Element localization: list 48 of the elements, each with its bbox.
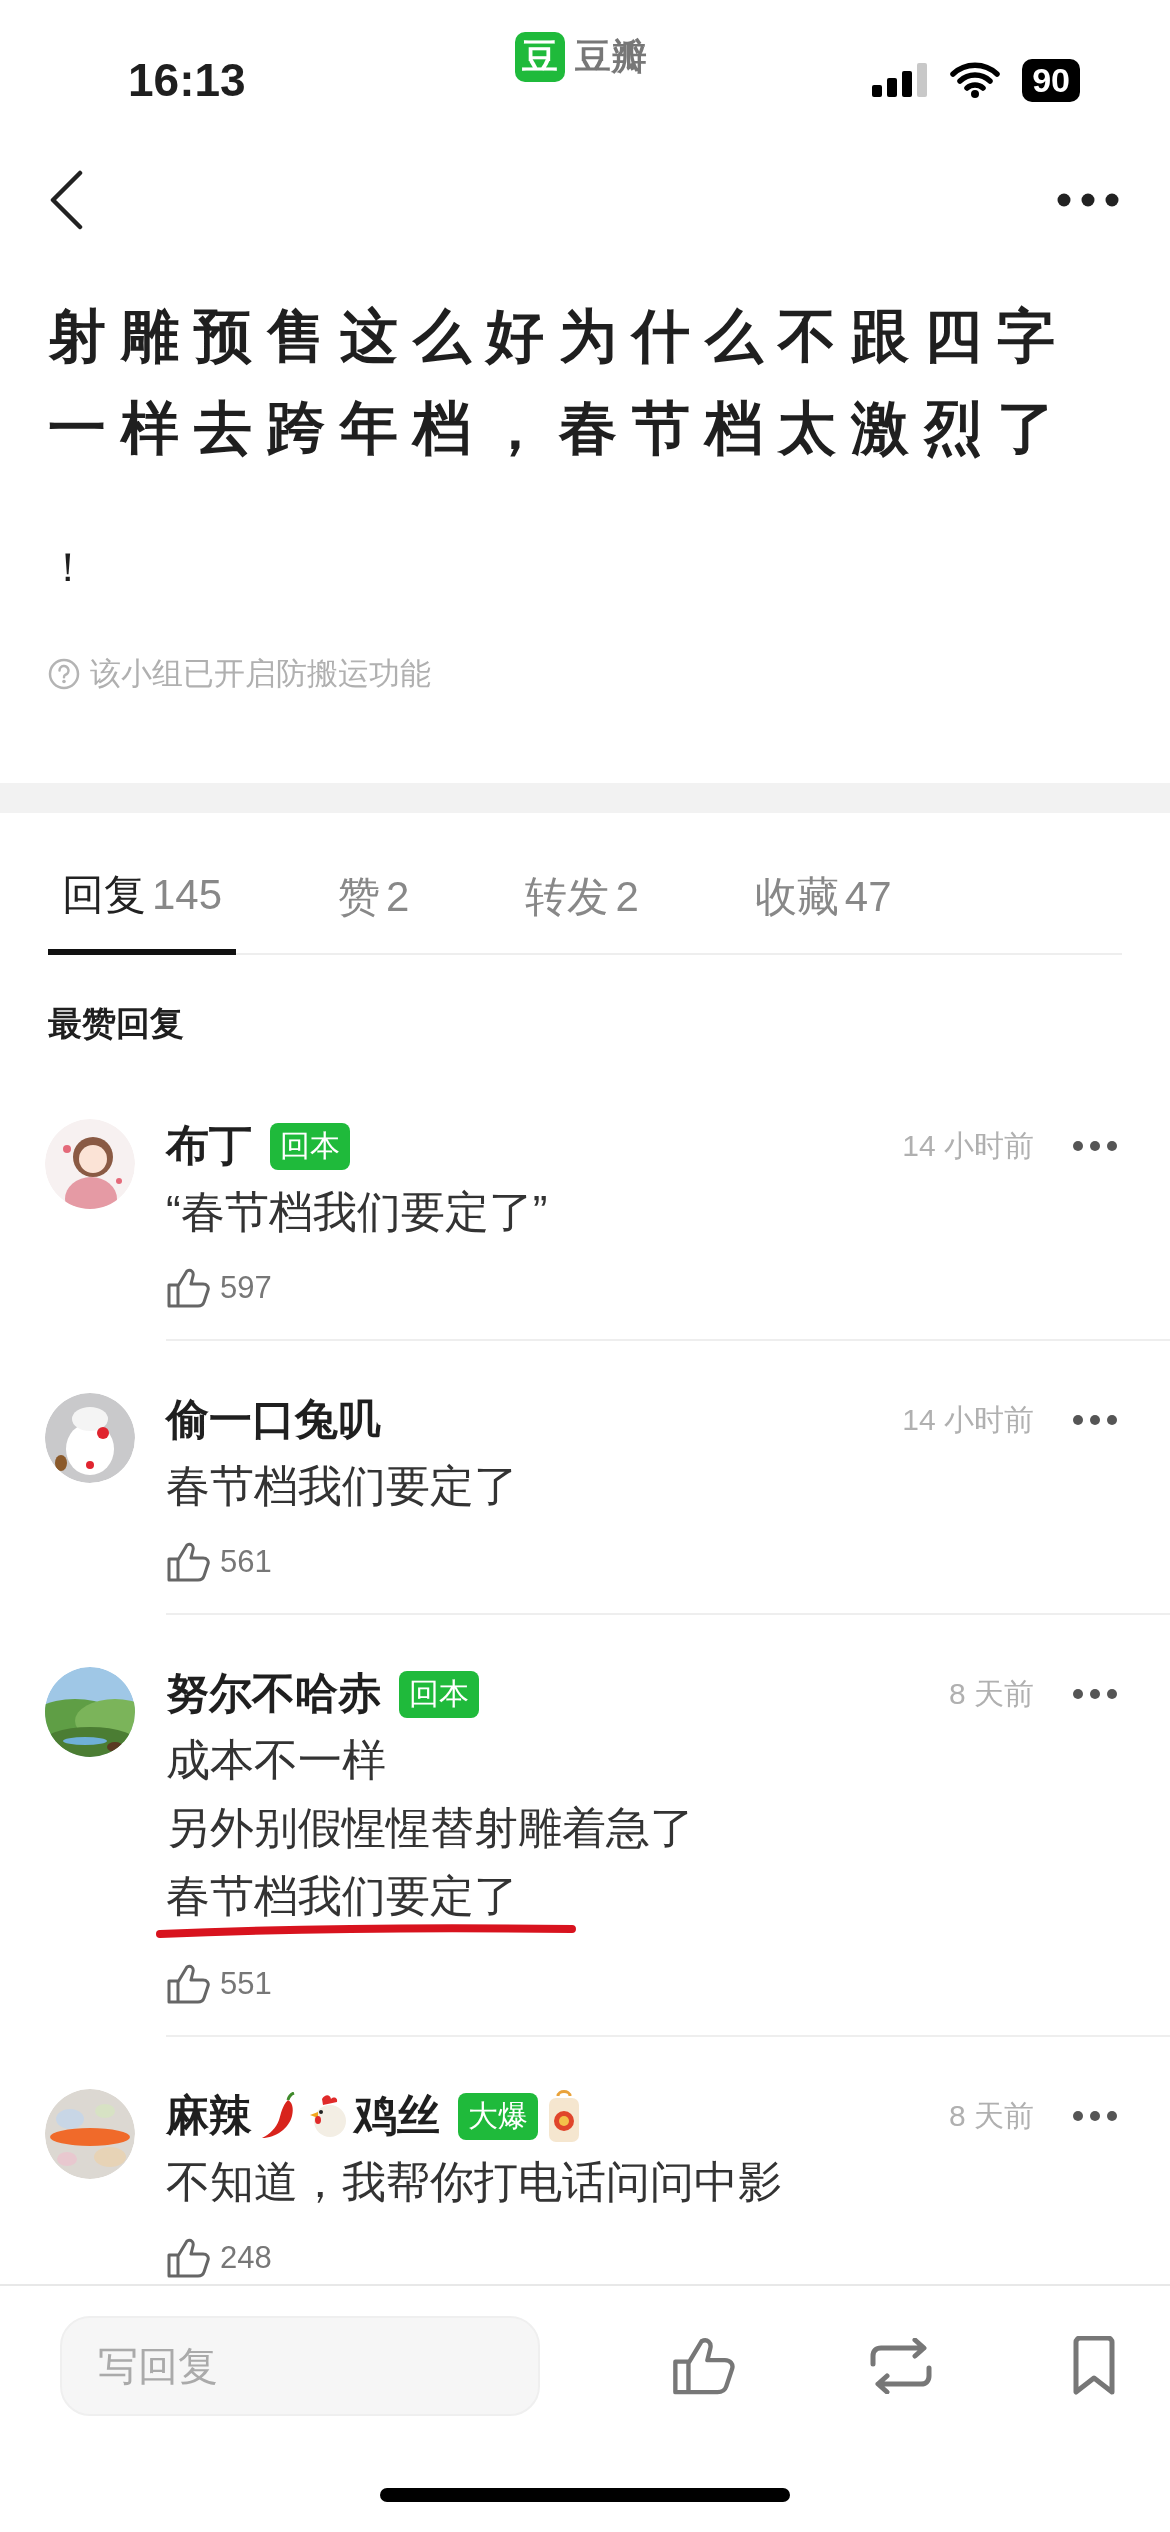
app-logo: 豆 xyxy=(515,32,565,82)
battery-level: 90 xyxy=(1022,58,1080,102)
like-icon[interactable] xyxy=(166,1267,210,1309)
user-badge: 回本 xyxy=(270,1122,350,1170)
user-name[interactable]: 麻辣 xyxy=(166,2087,252,2145)
more-icon[interactable] xyxy=(1056,192,1120,208)
post-body: ！ xyxy=(48,544,89,591)
user-name[interactable]: 布丁 xyxy=(166,1117,252,1175)
section-title: 最赞回复 xyxy=(48,1003,184,1044)
more-icon[interactable] xyxy=(1072,2110,1118,2122)
like-count: 597 xyxy=(220,1270,272,1306)
comment-text: 成本不一样 xyxy=(166,1734,387,1786)
tab[interactable]: 回复 145 xyxy=(48,849,237,955)
like-icon[interactable] xyxy=(166,1541,210,1583)
more-icon[interactable] xyxy=(1072,1140,1118,1152)
tab[interactable]: 赞 2 xyxy=(324,849,424,953)
user-badge: 回本 xyxy=(399,1670,479,1718)
tab[interactable]: 收藏47 xyxy=(740,849,906,953)
more-icon[interactable] xyxy=(1072,1414,1118,1426)
like-count: 551 xyxy=(220,1966,272,2002)
signal-icon xyxy=(872,63,929,97)
comment-text: 春节档我们要定了 xyxy=(166,1870,519,1922)
comment-text: 不知道，我帮你打电话问问中影 xyxy=(166,2156,783,2208)
comment-time: 8 天前 xyxy=(948,2097,1034,2134)
help-icon xyxy=(48,658,80,690)
comment-text: 另外别假惺惺替射雕着急了 xyxy=(166,1802,695,1854)
notice-text: 该小组已开启防搬运功能 xyxy=(90,655,431,693)
user-name[interactable]: 偷一口兔叽 xyxy=(166,1391,381,1449)
comment-text: 春节档我们要定了 xyxy=(166,1460,519,1512)
like-count: 561 xyxy=(220,1544,272,1580)
like-icon[interactable] xyxy=(166,2237,210,2279)
post-title: 射雕预售这么好为什么不跟四字一样去跨年档，春节档太激烈了 xyxy=(48,302,1071,462)
like-count: 248 xyxy=(220,2240,272,2276)
comment-time: 14 小时前 xyxy=(902,1127,1034,1164)
reply-field[interactable]: 写回复 xyxy=(60,2316,540,2416)
comment-text: “春节档我们要定了” xyxy=(166,1186,549,1238)
wifi-icon xyxy=(950,62,1001,98)
comment-time: 14 小时前 xyxy=(902,1401,1034,1438)
tab[interactable]: 转发 2 xyxy=(511,849,653,953)
app-name: 豆瓣 xyxy=(575,34,647,79)
comment-time: 8 天前 xyxy=(948,1675,1034,1712)
user-badge: 大爆 xyxy=(458,2092,538,2140)
like-icon[interactable] xyxy=(166,1963,210,2005)
back-icon[interactable] xyxy=(48,170,84,230)
status-time: 16:13 xyxy=(128,53,246,107)
more-icon[interactable] xyxy=(1072,1688,1118,1700)
user-name[interactable]: 鸡丝 xyxy=(354,2087,440,2145)
user-name[interactable]: 努尔不哈赤 xyxy=(166,1665,381,1723)
